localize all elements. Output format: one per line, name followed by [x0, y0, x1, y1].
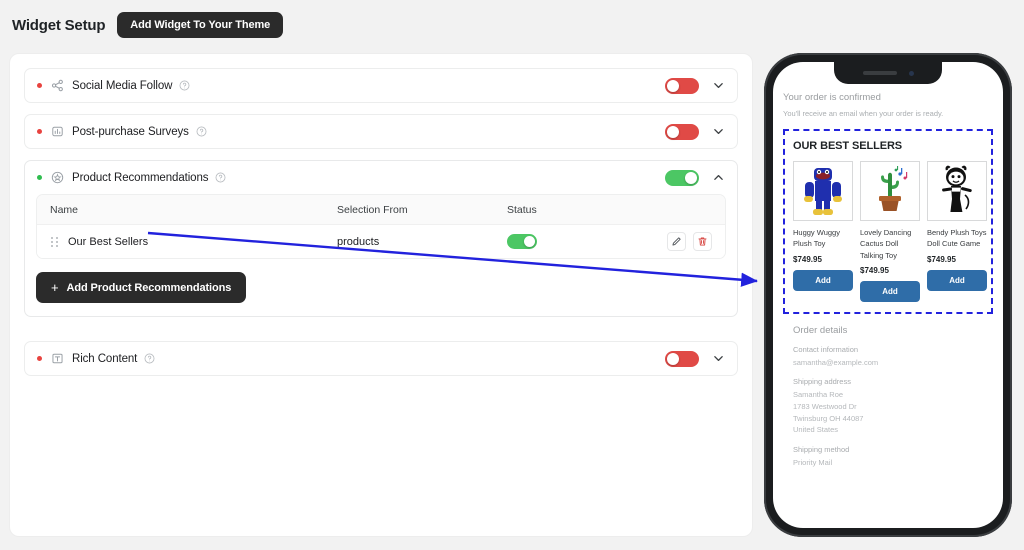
accordion-header-rich-content[interactable]: Rich Content [25, 342, 737, 375]
toggle-post-purchase-surveys[interactable] [665, 123, 699, 140]
accordion-header-social-media-follow[interactable]: Social Media Follow [25, 69, 737, 102]
help-icon[interactable] [196, 126, 207, 137]
product-name: Bendy Plush Toys Doll Cute Game [927, 228, 987, 249]
product-card: Bendy Plush Toys Doll Cute Game $749.95 … [927, 161, 987, 291]
share-icon [51, 79, 64, 92]
add-product-recommendations-label: Add Product Recommendations [66, 281, 232, 294]
accordion-post-purchase-surveys: Post-purchase Surveys [24, 114, 738, 149]
accordion-label: Social Media Follow [72, 79, 173, 92]
delete-button[interactable] [693, 232, 712, 251]
shipping-method-value: Priority Mail [793, 457, 833, 467]
edit-button[interactable] [667, 232, 686, 251]
product-recommendations-body: Name Selection From Status Our Best Sell… [25, 194, 737, 316]
column-header-selection-from: Selection From [337, 203, 408, 216]
drag-handle-icon[interactable] [50, 236, 59, 248]
order-confirmed-subtitle: You'll receive an email when your order … [783, 109, 944, 118]
product-price: $749.95 [927, 254, 956, 264]
help-icon[interactable] [144, 353, 155, 364]
dancing-cactus-icon [860, 161, 920, 221]
contact-information-value: samantha@example.com [793, 357, 879, 367]
order-details-heading: Order details [793, 324, 848, 336]
column-header-status: Status [507, 203, 537, 216]
table-header-row: Name Selection From Status [37, 195, 725, 225]
help-icon[interactable] [179, 80, 190, 91]
chevron-down-icon[interactable] [712, 125, 725, 138]
page-header: Widget Setup Add Widget To Your Theme [0, 0, 1024, 38]
recommendation-name: Our Best Sellers [68, 235, 149, 248]
product-price: $749.95 [860, 265, 889, 275]
chevron-down-icon[interactable] [712, 352, 725, 365]
product-card: Lovely Dancing Cactus Doll Talking Toy $… [860, 161, 920, 302]
contact-information-label: Contact information [793, 344, 859, 354]
add-to-cart-button[interactable]: Add [927, 269, 987, 291]
product-card: Huggy Wuggy Plush Toy $749.95 Add [793, 161, 853, 291]
add-product-recommendations-button[interactable]: + Add Product Recommendations [36, 272, 247, 303]
phone-screen: Your order is confirmed You'll receive a… [773, 62, 1003, 528]
chevron-up-icon[interactable] [712, 171, 725, 184]
huggy-wuggy-figure-icon [793, 161, 853, 221]
add-to-cart-button[interactable]: Add [793, 269, 853, 291]
accordion-header-product-recommendations[interactable]: Product Recommendations [25, 161, 737, 194]
order-details-section: Order details Contact information samant… [783, 314, 993, 469]
status-dot-active [37, 175, 42, 180]
plus-icon: + [51, 280, 59, 295]
accordion-label: Product Recommendations [72, 171, 209, 184]
recommendation-icon [51, 171, 64, 184]
status-dot-inactive [37, 129, 42, 134]
best-sellers-widget: OUR BEST SELLERS Huggy Wuggy Plush Toy $… [783, 129, 993, 314]
toggle-row-status[interactable] [507, 234, 537, 249]
product-price: $749.95 [793, 254, 822, 264]
widget-setup-page: Widget Setup Add Widget To Your Theme So… [0, 0, 1024, 550]
rich-content-icon [51, 352, 64, 365]
order-confirmation-screen: Your order is confirmed You'll receive a… [773, 62, 1003, 469]
cell-status [507, 234, 637, 249]
accordion-social-media-follow: Social Media Follow [24, 68, 738, 103]
phone-preview-frame: Your order is confirmed You'll receive a… [764, 53, 1012, 537]
product-name: Huggy Wuggy Plush Toy [793, 228, 840, 249]
shipping-method-label: Shipping method [793, 444, 850, 454]
product-list: Huggy Wuggy Plush Toy $749.95 Add Lovely… [793, 161, 987, 302]
page-title: Widget Setup [12, 16, 106, 34]
accordion-rich-content: Rich Content [24, 341, 738, 376]
toggle-product-recommendations[interactable] [665, 169, 699, 186]
table-row[interactable]: Our Best Sellers products [37, 225, 725, 258]
bendy-character-icon [927, 161, 987, 221]
shipping-address-label: Shipping address [793, 377, 851, 387]
status-dot-inactive [37, 83, 42, 88]
widget-title: OUR BEST SELLERS [793, 140, 903, 152]
cell-selection-from: products [337, 235, 380, 248]
cell-actions [637, 232, 725, 251]
accordion-label: Post-purchase Surveys [72, 125, 189, 138]
help-icon[interactable] [215, 172, 226, 183]
widget-list-card: Social Media Follow Post-purchase Survey… [9, 53, 753, 537]
order-confirmed-title: Your order is confirmed [783, 92, 881, 103]
shipping-address-value: Samantha Roe 1783 Westwood Dr Twinsburg … [793, 390, 864, 435]
speaker-icon [862, 71, 897, 75]
camera-icon [908, 70, 914, 76]
add-widget-to-theme-button[interactable]: Add Widget To Your Theme [117, 12, 284, 38]
status-dot-inactive [37, 356, 42, 361]
product-name: Lovely Dancing Cactus Doll Talking Toy [860, 228, 912, 260]
phone-notch [834, 62, 942, 84]
add-to-cart-button[interactable]: Add [860, 280, 920, 302]
toggle-social-media-follow[interactable] [665, 77, 699, 94]
recommendations-table: Name Selection From Status Our Best Sell… [36, 194, 726, 259]
accordion-header-post-purchase-surveys[interactable]: Post-purchase Surveys [25, 115, 737, 148]
chevron-down-icon[interactable] [712, 79, 725, 92]
column-header-name: Name [50, 203, 79, 216]
accordion-product-recommendations: Product Recommendations Name Selection F… [24, 160, 738, 317]
cell-name: Our Best Sellers [37, 236, 337, 248]
survey-icon [51, 125, 64, 138]
toggle-rich-content[interactable] [665, 350, 699, 367]
accordion-label: Rich Content [72, 352, 138, 365]
